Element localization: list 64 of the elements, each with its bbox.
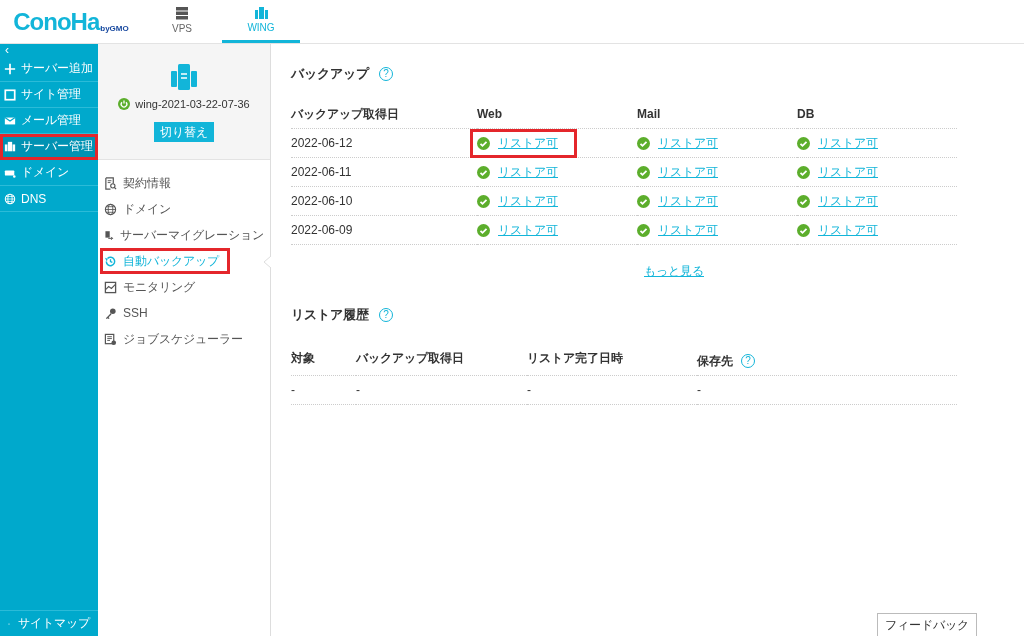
sidebar-item[interactable]: サーバー管理 bbox=[0, 134, 98, 160]
server-menu-item[interactable]: ジョブスケジューラー bbox=[100, 326, 268, 352]
restore-link[interactable]: リストア可 bbox=[818, 163, 878, 181]
restore-link[interactable]: リストア可 bbox=[498, 163, 558, 181]
switch-button[interactable]: 切り替え bbox=[154, 122, 214, 142]
server-menu-item[interactable]: モニタリング bbox=[100, 274, 268, 300]
column-header: Web bbox=[477, 107, 503, 121]
restore-link[interactable]: リストア可 bbox=[658, 163, 718, 181]
server-menu-item[interactable]: SSH bbox=[100, 300, 268, 326]
column-header: Mail bbox=[637, 107, 661, 121]
sitemap-link[interactable]: サイトマップ bbox=[0, 610, 98, 636]
backup-date: 2022-06-12 bbox=[291, 136, 353, 150]
feedback-button[interactable]: フィードバック bbox=[877, 613, 977, 636]
envelope-icon bbox=[4, 114, 16, 127]
sidebar-item[interactable]: DNS bbox=[0, 186, 98, 212]
server-icon bbox=[254, 7, 268, 19]
section-title: バックアップ bbox=[291, 65, 369, 83]
column-header: 保存先 bbox=[697, 352, 733, 370]
restore-link[interactable]: リストア可 bbox=[658, 192, 718, 210]
backup-date: 2022-06-09 bbox=[291, 223, 353, 237]
restore-link[interactable]: リストア可 bbox=[658, 221, 718, 239]
backup-date: 2022-06-11 bbox=[291, 165, 352, 179]
product-tab[interactable]: VPS bbox=[142, 0, 222, 43]
globe-icon bbox=[104, 202, 117, 216]
column-header: DB bbox=[797, 107, 815, 121]
key-icon bbox=[104, 306, 117, 320]
table-cell: - bbox=[697, 383, 701, 397]
restore-link[interactable]: リストア可 bbox=[658, 134, 718, 152]
backup-date: 2022-06-10 bbox=[291, 194, 353, 208]
server-icon bbox=[171, 64, 197, 90]
section-title: リストア履歴 bbox=[291, 306, 369, 324]
column-header: 対象 bbox=[291, 349, 315, 367]
column-header: バックアップ取得日 bbox=[291, 106, 399, 121]
globe-icon bbox=[4, 192, 16, 205]
table-cell: - bbox=[291, 383, 295, 397]
server-menu-item[interactable]: サーバーマイグレーション bbox=[100, 222, 268, 248]
table-cell: - bbox=[527, 383, 531, 397]
server-menu-item[interactable]: ドメイン bbox=[100, 196, 268, 222]
chart-window-icon bbox=[104, 280, 117, 294]
table-cell: - bbox=[356, 383, 360, 397]
server-name: wing-2021-03-22-07-36 bbox=[135, 98, 250, 110]
restore-link[interactable]: リストア可 bbox=[818, 134, 878, 152]
restore-link[interactable]: リストア可 bbox=[498, 192, 558, 210]
server-menu-item[interactable]: 契約情報 bbox=[100, 170, 268, 196]
plus-icon bbox=[4, 62, 16, 75]
restore-link[interactable]: リストア可 bbox=[818, 192, 878, 210]
server-icon bbox=[4, 140, 16, 153]
restore-link[interactable]: リストア可 bbox=[818, 221, 878, 239]
sidebar-item[interactable]: ドメイン bbox=[0, 160, 98, 186]
server-rack-icon bbox=[176, 6, 188, 20]
server-arrow-icon bbox=[104, 228, 114, 242]
logo-subtext: byGMO bbox=[100, 24, 129, 33]
column-header: リストア完了日時 bbox=[527, 349, 623, 367]
clock-arrow-icon bbox=[104, 254, 117, 268]
column-header: バックアップ取得日 bbox=[356, 349, 464, 367]
restore-link[interactable]: リストア可 bbox=[498, 221, 558, 239]
more-link[interactable]: もっと見る bbox=[644, 263, 704, 280]
document-icon bbox=[104, 176, 117, 190]
restore-link[interactable]: リストア可 bbox=[498, 134, 558, 152]
window-icon bbox=[4, 88, 16, 101]
logo-text: ConoHa bbox=[13, 7, 100, 36]
server-menu-item[interactable]: 自動バックアップ bbox=[100, 248, 230, 274]
calendar-clock-icon bbox=[104, 332, 117, 346]
collapse-button[interactable]: ‹ bbox=[0, 44, 98, 56]
